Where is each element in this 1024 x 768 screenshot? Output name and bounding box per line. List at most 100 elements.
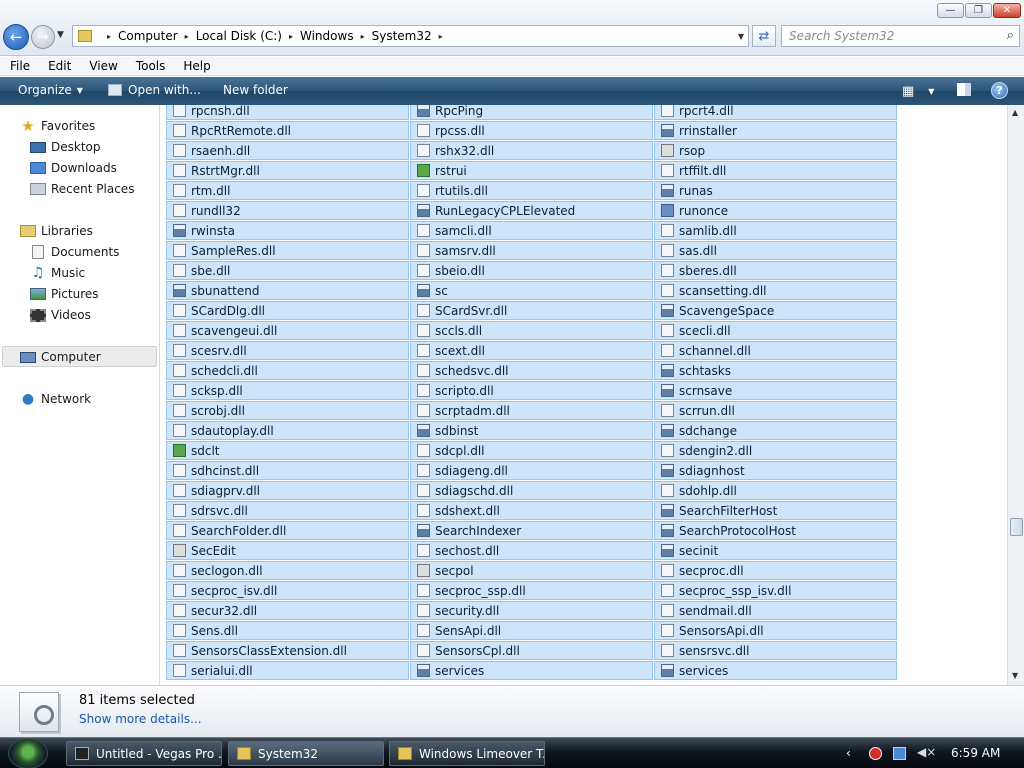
security-alert-icon[interactable] <box>869 747 882 760</box>
file-item[interactable]: sberes.dll <box>654 261 897 280</box>
file-item[interactable]: RstrtMgr.dll <box>166 161 409 180</box>
file-item[interactable]: rshx32.dll <box>410 141 653 160</box>
scroll-down-icon[interactable]: ▼ <box>1012 671 1018 680</box>
file-item[interactable]: SensApi.dll <box>410 621 653 640</box>
recent-pages-dropdown[interactable]: ▼ <box>57 30 64 40</box>
file-item[interactable]: scext.dll <box>410 341 653 360</box>
file-item[interactable]: rtm.dll <box>166 181 409 200</box>
minimize-button[interactable]: — <box>937 3 964 18</box>
network-status-icon[interactable] <box>893 747 906 760</box>
clock[interactable]: 6:59 AM <box>951 746 1000 760</box>
file-item[interactable]: scansetting.dll <box>654 281 897 300</box>
nav-desktop[interactable]: Desktop <box>30 140 101 154</box>
file-item[interactable]: scripto.dll <box>410 381 653 400</box>
file-item[interactable]: SCardSvr.dll <box>410 301 653 320</box>
file-item[interactable]: SensorsApi.dll <box>654 621 897 640</box>
search-icon[interactable]: ⌕ <box>1007 28 1014 43</box>
file-item[interactable]: RpcRtRemote.dll <box>166 121 409 140</box>
start-button[interactable] <box>8 738 48 768</box>
organize-button[interactable]: Organize ▼ <box>18 83 83 97</box>
scroll-thumb[interactable] <box>1010 518 1023 536</box>
nav-videos[interactable]: Videos <box>30 308 91 322</box>
file-item[interactable]: sdchange <box>654 421 897 440</box>
forward-button[interactable]: → <box>31 25 55 49</box>
file-item[interactable]: serialui.dll <box>166 661 409 680</box>
file-item[interactable]: services <box>654 661 897 680</box>
file-item[interactable]: rwinsta <box>166 221 409 240</box>
file-item[interactable]: sdengin2.dll <box>654 441 897 460</box>
menu-file[interactable]: File <box>0 59 39 73</box>
file-item[interactable]: SensorsClassExtension.dll <box>166 641 409 660</box>
file-item[interactable]: rundll32 <box>166 201 409 220</box>
nav-pictures[interactable]: Pictures <box>30 287 99 301</box>
file-item[interactable]: secproc_ssp_isv.dll <box>654 581 897 600</box>
file-item[interactable]: sdiagprv.dll <box>166 481 409 500</box>
file-item[interactable]: SearchFilterHost <box>654 501 897 520</box>
file-item[interactable]: secur32.dll <box>166 601 409 620</box>
file-item[interactable]: rsop <box>654 141 897 160</box>
breadcrumb-local-disk[interactable]: Local Disk (C:) ▸ <box>196 29 300 43</box>
vertical-scrollbar[interactable]: ▲ ▼ <box>1007 105 1024 685</box>
file-item[interactable]: scavengeui.dll <box>166 321 409 340</box>
search-input[interactable]: Search System32 ⌕ <box>781 25 1020 47</box>
file-item[interactable]: schannel.dll <box>654 341 897 360</box>
file-item[interactable]: Sens.dll <box>166 621 409 640</box>
tray-expand-icon[interactable]: ‹ <box>846 746 851 760</box>
refresh-button[interactable]: ⇄ <box>752 25 776 47</box>
taskbar-windows-limeover[interactable]: Windows Limeover T... <box>389 741 545 766</box>
nav-computer[interactable]: Computer <box>20 350 101 364</box>
file-item[interactable]: sensrsvc.dll <box>654 641 897 660</box>
file-item[interactable]: sc <box>410 281 653 300</box>
file-item[interactable]: schedsvc.dll <box>410 361 653 380</box>
file-item[interactable]: schedcli.dll <box>166 361 409 380</box>
file-item[interactable]: SecEdit <box>166 541 409 560</box>
file-item[interactable]: SearchProtocolHost <box>654 521 897 540</box>
help-button[interactable]: ? <box>991 82 1008 99</box>
file-item[interactable]: runas <box>654 181 897 200</box>
file-item[interactable]: sdbinst <box>410 421 653 440</box>
volume-muted-icon[interactable]: ◀× <box>917 745 936 759</box>
scroll-up-icon[interactable]: ▲ <box>1012 108 1018 117</box>
nav-recent-places[interactable]: Recent Places <box>30 182 134 196</box>
file-item[interactable]: rpcnsh.dll <box>166 105 409 120</box>
nav-libraries[interactable]: Libraries <box>20 224 93 238</box>
file-item[interactable]: sdrsvc.dll <box>166 501 409 520</box>
file-item[interactable]: scrobj.dll <box>166 401 409 420</box>
file-item[interactable]: RpcPing <box>410 105 653 120</box>
file-item[interactable]: SampleRes.dll <box>166 241 409 260</box>
breadcrumb-computer[interactable]: Computer ▸ <box>118 29 196 43</box>
file-item[interactable]: samcli.dll <box>410 221 653 240</box>
file-item[interactable]: rsaenh.dll <box>166 141 409 160</box>
file-item[interactable]: schtasks <box>654 361 897 380</box>
breadcrumb-root-arrow[interactable]: ▸ <box>100 32 118 41</box>
file-item[interactable]: rtffilt.dll <box>654 161 897 180</box>
file-item[interactable]: sas.dll <box>654 241 897 260</box>
nav-music[interactable]: ♫ Music <box>30 265 85 281</box>
file-item[interactable]: sdiagnhost <box>654 461 897 480</box>
nav-network[interactable]: ● Network <box>20 391 91 407</box>
file-item[interactable]: SearchIndexer <box>410 521 653 540</box>
file-item[interactable]: scrptadm.dll <box>410 401 653 420</box>
nav-documents[interactable]: Documents <box>30 245 119 259</box>
file-item[interactable]: sdiageng.dll <box>410 461 653 480</box>
menu-help[interactable]: Help <box>174 59 219 73</box>
file-item[interactable]: secproc.dll <box>654 561 897 580</box>
file-item[interactable]: sccls.dll <box>410 321 653 340</box>
file-item[interactable]: runonce <box>654 201 897 220</box>
file-item[interactable]: secproc_isv.dll <box>166 581 409 600</box>
file-item[interactable]: sdohlp.dll <box>654 481 897 500</box>
file-item[interactable]: SearchFolder.dll <box>166 521 409 540</box>
back-button[interactable]: ← <box>3 24 29 50</box>
taskbar-vegas-pro[interactable]: Untitled - Vegas Pro ... <box>66 741 222 766</box>
file-item[interactable]: sdshext.dll <box>410 501 653 520</box>
file-item[interactable]: sdcpl.dll <box>410 441 653 460</box>
file-item[interactable]: samsrv.dll <box>410 241 653 260</box>
close-button[interactable]: ✕ <box>993 3 1021 18</box>
file-item[interactable]: rstrui <box>410 161 653 180</box>
file-item[interactable]: SCardDlg.dll <box>166 301 409 320</box>
file-item[interactable]: rrinstaller <box>654 121 897 140</box>
file-item[interactable]: secpol <box>410 561 653 580</box>
file-item[interactable]: sbeio.dll <box>410 261 653 280</box>
show-more-details-link[interactable]: Show more details... <box>79 712 202 726</box>
address-bar[interactable]: ▸ Computer ▸ Local Disk (C:) ▸ Windows ▸ Sy… <box>72 25 749 47</box>
